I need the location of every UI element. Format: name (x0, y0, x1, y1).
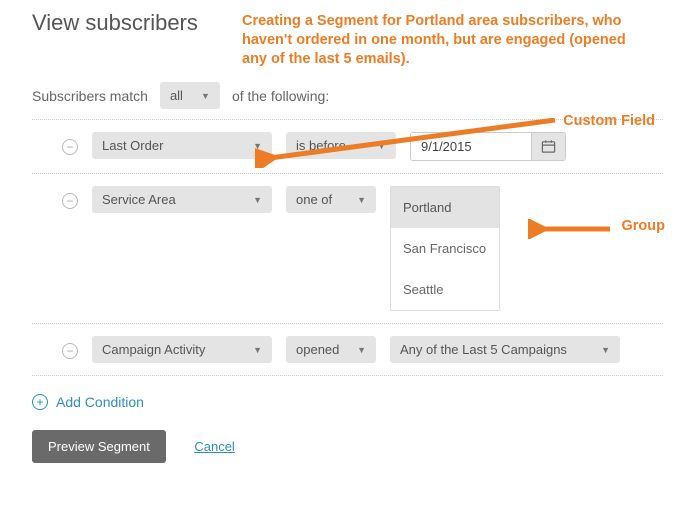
plus-circle-icon: + (32, 394, 48, 410)
chevron-down-icon: ▼ (377, 141, 386, 151)
field-label: Last Order (102, 138, 163, 153)
remove-condition-button[interactable]: − (62, 193, 78, 209)
field-select-last-order[interactable]: Last Order ▼ (92, 132, 272, 159)
match-mode-select[interactable]: all ▼ (160, 82, 220, 109)
operator-select-opened[interactable]: opened ▼ (286, 336, 376, 363)
chevron-down-icon: ▼ (357, 195, 366, 205)
option-san-francisco[interactable]: San Francisco (391, 228, 499, 269)
date-input[interactable] (411, 133, 531, 160)
add-condition-link[interactable]: + Add Condition (32, 394, 144, 410)
chevron-down-icon: ▼ (253, 345, 262, 355)
date-input-wrapper (410, 132, 566, 161)
chevron-down-icon: ▼ (601, 345, 610, 355)
option-portland[interactable]: Portland (391, 187, 499, 228)
match-row: Subscribers match all ▼ of the following… (32, 82, 663, 109)
operator-select-is-before[interactable]: is before ▼ (286, 132, 396, 159)
cancel-link[interactable]: Cancel (194, 439, 234, 454)
chevron-down-icon: ▼ (253, 195, 262, 205)
chevron-down-icon: ▼ (253, 141, 262, 151)
remove-condition-button[interactable]: − (62, 343, 78, 359)
add-condition-label: Add Condition (56, 394, 144, 410)
calendar-button[interactable] (531, 133, 565, 160)
field-label: Campaign Activity (102, 342, 205, 357)
condition-row: − Campaign Activity ▼ opened ▼ Any of th… (32, 324, 663, 375)
option-list: Portland San Francisco Seattle (390, 186, 500, 311)
annotation-label-group: Group (622, 218, 666, 234)
operator-label: one of (296, 192, 332, 207)
condition-row: − Service Area ▼ one of ▼ Portland San F… (32, 174, 663, 323)
value-label: Any of the Last 5 Campaigns (400, 342, 567, 357)
calendar-icon (541, 139, 556, 154)
annotation-text: Creating a Segment for Portland area sub… (242, 12, 642, 69)
option-seattle[interactable]: Seattle (391, 269, 499, 310)
match-prefix: Subscribers match (32, 88, 148, 104)
add-condition-row: + Add Condition (32, 394, 663, 410)
chevron-down-icon: ▼ (357, 345, 366, 355)
operator-label: is before (296, 138, 346, 153)
match-suffix: of the following: (232, 88, 329, 104)
remove-condition-button[interactable]: − (62, 139, 78, 155)
field-label: Service Area (102, 192, 176, 207)
chevron-down-icon: ▼ (201, 91, 210, 101)
operator-select-one-of[interactable]: one of ▼ (286, 186, 376, 213)
footer-actions: Preview Segment Cancel (32, 410, 663, 463)
field-select-service-area[interactable]: Service Area ▼ (92, 186, 272, 213)
field-select-campaign-activity[interactable]: Campaign Activity ▼ (92, 336, 272, 363)
value-select-campaigns[interactable]: Any of the Last 5 Campaigns ▼ (390, 336, 620, 363)
separator (32, 375, 663, 376)
annotation-label-custom-field: Custom Field (563, 113, 655, 129)
operator-label: opened (296, 342, 339, 357)
preview-segment-button[interactable]: Preview Segment (32, 430, 166, 463)
match-mode-label: all (170, 88, 183, 103)
